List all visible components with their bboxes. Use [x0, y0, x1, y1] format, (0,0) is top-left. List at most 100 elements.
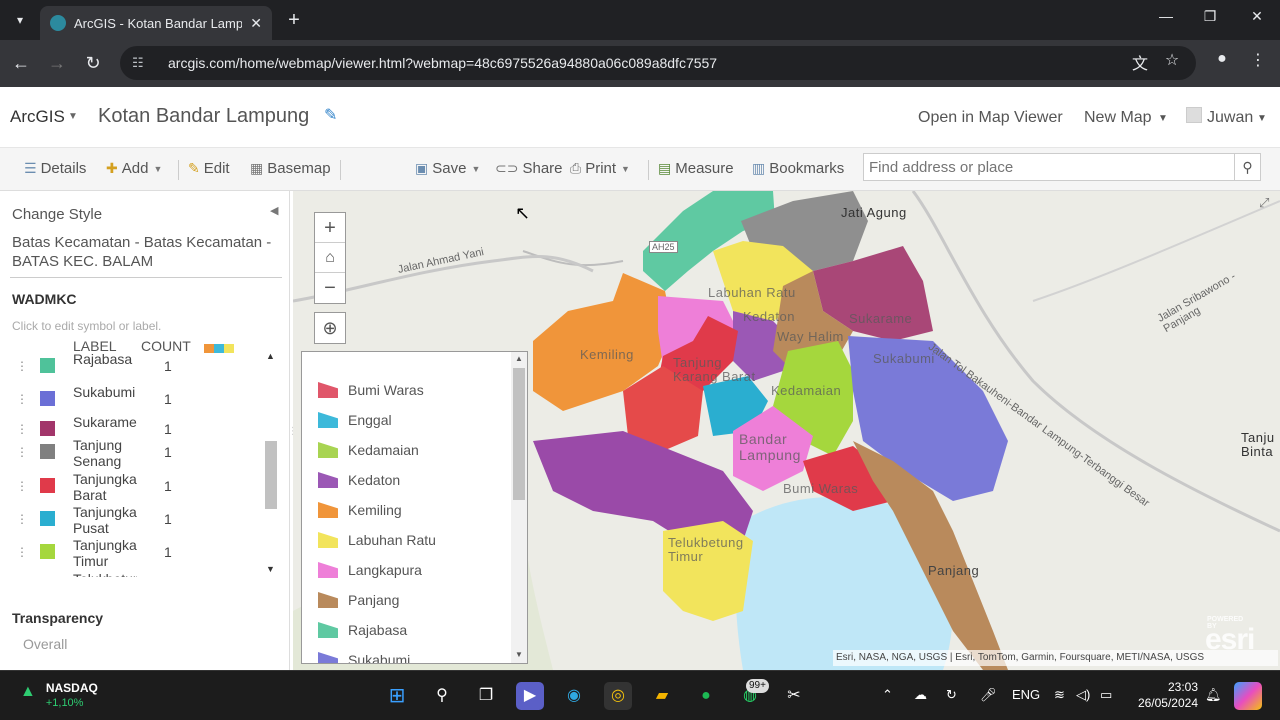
new-tab-icon[interactable]: +: [282, 8, 306, 32]
edge-icon[interactable]: ◉: [560, 682, 588, 710]
file-explorer-icon[interactable]: ▰: [648, 682, 676, 710]
share-button[interactable]: ⊂⊃ Share: [495, 160, 563, 177]
drag-handle-icon[interactable]: ⋮: [16, 422, 28, 436]
avatar[interactable]: [1186, 107, 1202, 123]
arcgis-brand[interactable]: ArcGIS: [10, 107, 65, 127]
reload-icon[interactable]: ↻: [82, 52, 104, 74]
scroll-down-icon[interactable]: ▼: [515, 650, 523, 659]
drag-handle-icon[interactable]: ⋮: [16, 545, 28, 559]
tab-search-icon[interactable]: ▾: [8, 8, 32, 32]
symbol-row[interactable]: ⋮ Tanjungkarang Timur 1: [0, 537, 262, 570]
locate-icon[interactable]: ⊕: [314, 312, 346, 344]
microphone-icon[interactable]: 🎤︎: [980, 687, 997, 703]
symbol-swatch[interactable]: [40, 421, 55, 436]
symbol-label[interactable]: Tanjungkarang Pusat: [73, 504, 137, 536]
language-indicator[interactable]: ENG: [1012, 687, 1040, 702]
minimize-icon[interactable]: —: [1154, 8, 1178, 24]
search-input[interactable]: [864, 154, 1236, 180]
symbol-row[interactable]: ⋮Telukbetung1: [0, 571, 262, 577]
windows-start-icon[interactable]: ⊞: [383, 682, 411, 710]
onedrive-icon[interactable]: ☁: [914, 687, 927, 703]
expand-map-icon[interactable]: ⤢: [1259, 195, 1269, 211]
symbol-label[interactable]: Telukbetung: [73, 571, 137, 577]
symbol-row[interactable]: ⋮ Rajabasa 1: [0, 351, 262, 384]
copilot-icon[interactable]: [1234, 682, 1262, 710]
symbol-swatch[interactable]: [40, 478, 55, 493]
map-view[interactable]: Jati Agung Labuhan Ratu Kedaton Sukarame…: [293, 191, 1280, 670]
drag-handle-icon[interactable]: ⋮: [16, 445, 28, 459]
snipping-tool-icon[interactable]: ✂: [780, 682, 808, 710]
symbol-row[interactable]: ⋮ Sukabumi 1: [0, 384, 262, 417]
close-window-icon[interactable]: ✕: [1245, 8, 1269, 25]
back-icon[interactable]: ←: [10, 52, 32, 74]
symbol-row[interactable]: ⋮ Tanjung Senang 1: [0, 437, 262, 470]
symbol-label[interactable]: Tanjungkarang Barat: [73, 471, 137, 503]
profile-icon[interactable]: ●: [1210, 50, 1234, 68]
battery-icon[interactable]: ▭: [1100, 687, 1112, 703]
search-icon[interactable]: ⚲: [1234, 154, 1260, 180]
close-tab-icon[interactable]: ✕: [250, 15, 262, 32]
forward-icon[interactable]: →: [46, 52, 68, 74]
symbol-row[interactable]: ⋮ Tanjungkarang Pusat 1: [0, 504, 262, 537]
user-menu[interactable]: Juwan: [1207, 109, 1253, 127]
drag-handle-icon[interactable]: ⋮: [16, 479, 28, 493]
open-in-map-viewer-link[interactable]: Open in Map Viewer: [918, 109, 1063, 127]
search-icon[interactable]: ⚲: [428, 682, 456, 710]
maximize-icon[interactable]: ❐: [1198, 8, 1222, 25]
collapse-panel-icon[interactable]: ◀: [270, 204, 278, 217]
new-map-menu[interactable]: New Map: [1084, 109, 1152, 127]
site-info-icon[interactable]: ☷: [132, 55, 154, 71]
wifi-icon[interactable]: ≋: [1054, 687, 1065, 703]
new-map-chevron-icon[interactable]: ▼: [1158, 113, 1168, 124]
symbol-row[interactable]: ⋮ Tanjungkarang Barat 1: [0, 471, 262, 504]
browser-menu-icon[interactable]: ⋮: [1246, 50, 1270, 70]
chrome-icon[interactable]: ◎: [604, 682, 632, 710]
details-button[interactable]: ☰ Details: [24, 160, 86, 177]
scroll-down-icon[interactable]: ▼: [266, 564, 275, 574]
symbol-swatch[interactable]: [40, 511, 55, 526]
volume-icon[interactable]: ◁): [1076, 687, 1090, 703]
symbol-swatch[interactable]: [40, 544, 55, 559]
drag-handle-icon[interactable]: ⋮: [16, 512, 28, 526]
spotify-icon[interactable]: ●: [692, 682, 720, 710]
symbol-swatch[interactable]: [40, 358, 55, 373]
symbol-label[interactable]: Sukabumi: [73, 384, 137, 416]
symbol-swatch[interactable]: [40, 391, 55, 406]
user-chevron-icon[interactable]: ▼: [1257, 113, 1267, 124]
scroll-thumb[interactable]: [513, 368, 525, 500]
symbol-label[interactable]: Tanjung Senang: [73, 437, 137, 469]
bookmark-star-icon[interactable]: ☆: [1160, 50, 1184, 70]
browser-tab[interactable]: ArcGIS - Kotan Bandar Lampung ✕: [40, 6, 272, 40]
sync-icon[interactable]: ↻: [946, 687, 957, 703]
zoom-out-icon[interactable]: −: [315, 273, 345, 303]
symbol-list-scrollbar[interactable]: ▲ ▼: [264, 351, 278, 577]
edit-button[interactable]: ✎ Edit: [188, 160, 230, 177]
symbol-label[interactable]: Rajabasa: [73, 351, 137, 383]
url-field[interactable]: ☷ arcgis.com/home/webmap/viewer.html?web…: [120, 46, 1196, 80]
drag-handle-icon[interactable]: ⋮: [16, 359, 28, 373]
notification-bell-icon[interactable]: 🔔︎: [1205, 687, 1222, 703]
task-view-icon[interactable]: ❐: [472, 682, 500, 710]
basemap-button[interactable]: ▦ Basemap: [250, 160, 331, 177]
edit-title-pencil-icon[interactable]: ✎: [324, 105, 337, 125]
teams-icon[interactable]: ▶: [516, 682, 544, 710]
zoom-in-icon[interactable]: +: [315, 213, 345, 243]
stock-widget[interactable]: ▲ NASDAQ +1,10%: [20, 681, 98, 709]
scroll-up-icon[interactable]: ▲: [515, 354, 523, 363]
drag-handle-icon[interactable]: ⋮: [16, 392, 28, 406]
translate-icon[interactable]: 文: [1128, 50, 1152, 74]
symbol-swatch[interactable]: [40, 444, 55, 459]
chevron-down-icon[interactable]: ▼: [68, 111, 78, 122]
symbol-label[interactable]: Tanjungkarang Timur: [73, 537, 137, 569]
bookmarks-button[interactable]: ▥ Bookmarks: [752, 160, 844, 177]
save-button[interactable]: ▣ Save ▼: [415, 160, 480, 177]
scroll-thumb[interactable]: [265, 441, 277, 509]
tray-overflow-icon[interactable]: ⌃: [882, 687, 893, 703]
system-clock[interactable]: 23:03 26/05/2024: [1134, 679, 1198, 711]
add-button[interactable]: ✚ Add ▼: [106, 160, 162, 177]
home-icon[interactable]: ⌂: [315, 243, 345, 273]
legend-scrollbar[interactable]: ▲ ▼: [511, 352, 527, 663]
scroll-up-icon[interactable]: ▲: [266, 351, 275, 361]
measure-button[interactable]: ▤ Measure: [658, 160, 734, 177]
print-button[interactable]: ⎙ Print ▼: [570, 160, 630, 177]
